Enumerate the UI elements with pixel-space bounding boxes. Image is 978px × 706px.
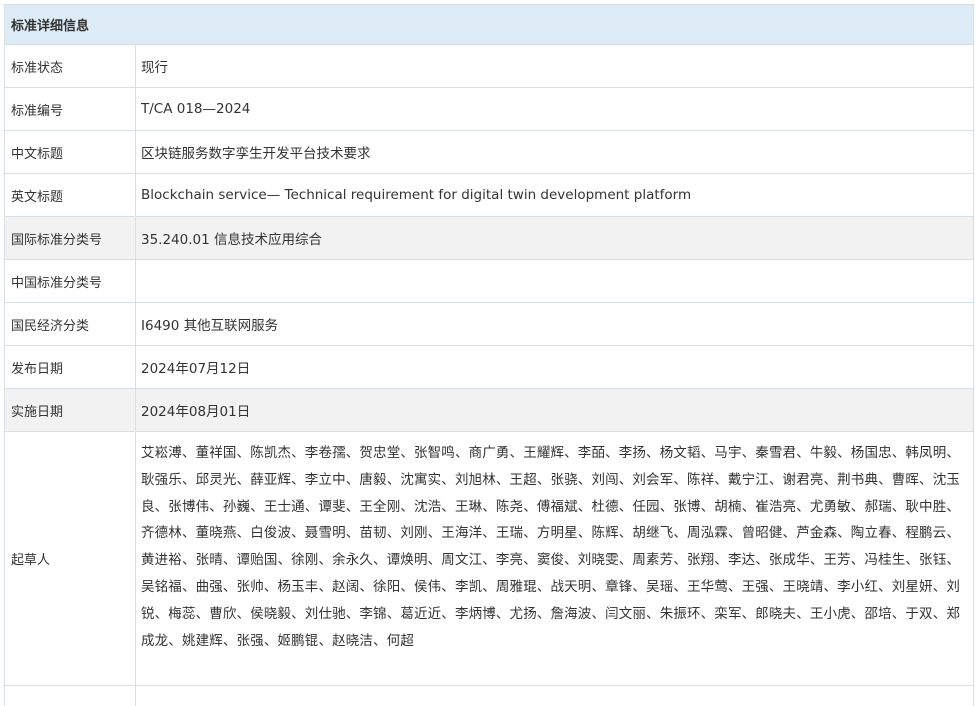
drafters-list: 艾崧溥、董祥国、陈凯杰、李卷孺、贺忠堂、张智鸣、商广勇、王耀辉、李皕、李扬、杨文… bbox=[141, 445, 960, 649]
row-label: 标准状态 bbox=[5, 45, 136, 87]
section-title: 标准详细信息 bbox=[5, 5, 973, 45]
row-drafters: 起草人 艾崧溥、董祥国、陈凯杰、李卷孺、贺忠堂、张智鸣、商广勇、王耀辉、李皕、李… bbox=[5, 432, 973, 686]
row-ccs: 中国标准分类号 bbox=[5, 260, 973, 303]
row-economic-classification: 国民经济分类 I6490 其他互联网服务 bbox=[5, 303, 973, 346]
row-label: 实施日期 bbox=[5, 389, 136, 431]
row-label: 国民经济分类 bbox=[5, 303, 136, 345]
row-label: 英文标题 bbox=[5, 174, 136, 216]
row-label bbox=[5, 686, 136, 706]
row-value: 区块链服务数字孪生开发平台技术要求 bbox=[141, 146, 371, 162]
row-label: 起草人 bbox=[5, 432, 136, 685]
row-label: 发布日期 bbox=[5, 346, 136, 388]
row-publish-date: 发布日期 2024年07月12日 bbox=[5, 346, 973, 389]
row-next bbox=[5, 686, 973, 706]
row-label: 标准编号 bbox=[5, 88, 136, 130]
row-english-title: 英文标题 Blockchain service— Technical requi… bbox=[5, 174, 973, 217]
row-ics: 国际标准分类号 35.240.01 信息技术应用综合 bbox=[5, 217, 973, 260]
row-value bbox=[136, 260, 973, 302]
row-effective-date: 实施日期 2024年08月01日 bbox=[5, 389, 973, 432]
row-value: I6490 其他互联网服务 bbox=[141, 318, 279, 334]
row-value: 2024年08月01日 bbox=[141, 404, 251, 420]
row-label: 中文标题 bbox=[5, 131, 136, 173]
standard-detail-table: 标准详细信息 标准状态 现行 标准编号 T/CA 018—2024 中文标题 区… bbox=[4, 4, 974, 706]
row-standard-number: 标准编号 T/CA 018—2024 bbox=[5, 88, 973, 131]
row-value bbox=[136, 686, 973, 706]
row-value: 2024年07月12日 bbox=[141, 361, 251, 377]
row-label: 国际标准分类号 bbox=[5, 217, 136, 259]
row-value: T/CA 018—2024 bbox=[141, 101, 251, 117]
row-value: 现行 bbox=[141, 60, 168, 76]
row-status: 标准状态 现行 bbox=[5, 45, 973, 88]
row-chinese-title: 中文标题 区块链服务数字孪生开发平台技术要求 bbox=[5, 131, 973, 174]
row-label: 中国标准分类号 bbox=[5, 260, 136, 302]
row-value: 35.240.01 信息技术应用综合 bbox=[141, 232, 322, 248]
row-value: Blockchain service— Technical requiremen… bbox=[141, 187, 692, 203]
